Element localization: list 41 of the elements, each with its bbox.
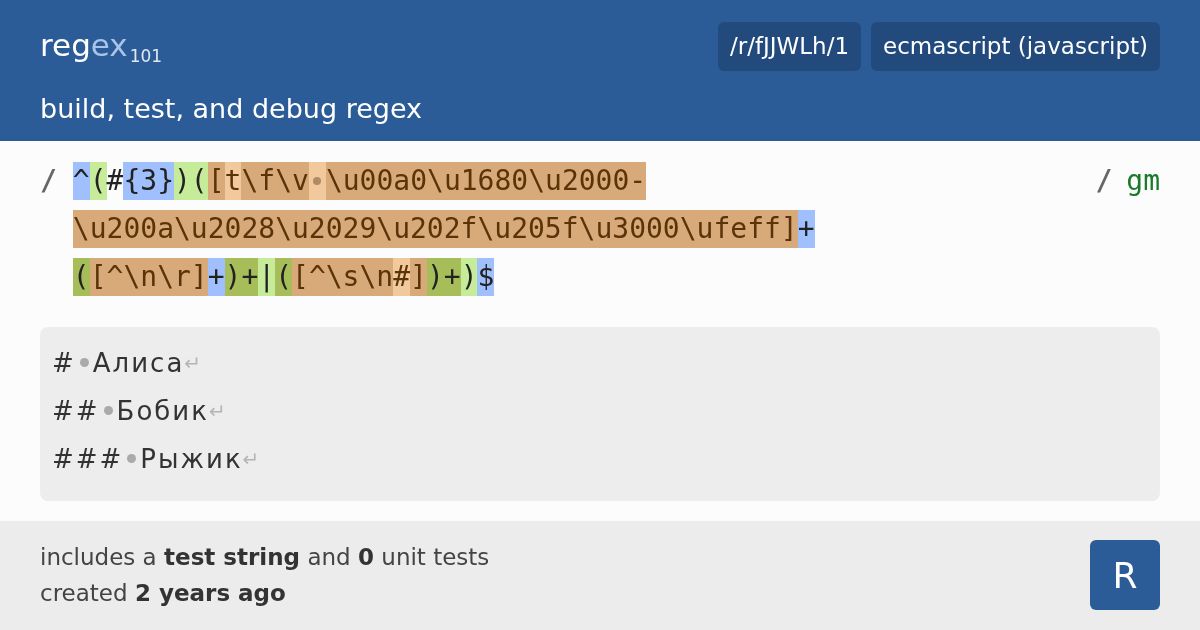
space-dot-icon: [313, 176, 322, 185]
avatar-button[interactable]: R: [1090, 540, 1160, 611]
regex-delimiter: /: [1095, 162, 1113, 199]
logo: regex$_{101}$: [40, 26, 164, 68]
regex-flags[interactable]: gm: [1126, 156, 1160, 205]
test-text: #: [52, 347, 76, 378]
regex-token: {3}: [123, 161, 174, 200]
space-dot-icon: [127, 454, 137, 464]
regex-token: )(: [174, 161, 208, 200]
newline-mark: ↵: [242, 446, 260, 471]
space-dot-icon: [103, 406, 113, 416]
regex-token: $: [477, 257, 495, 296]
regex-token: (: [275, 257, 293, 296]
regex-token: ^: [72, 161, 90, 200]
test-text: Бобик: [116, 395, 209, 426]
regex-token: [^\n\r]: [89, 257, 208, 296]
regex-token: ]: [410, 257, 427, 296]
regex-token: )+: [426, 257, 461, 296]
regex-token: |: [258, 257, 276, 296]
newline-mark: ↵: [184, 350, 202, 375]
test-text: ###: [52, 443, 124, 474]
regex-token: \u00a0\u1680\u2000-: [325, 161, 647, 200]
test-text: Алиса: [92, 347, 185, 378]
test-text: Рыжик: [140, 443, 243, 474]
tagline: build, test, and debug regex: [40, 93, 423, 124]
badge[interactable]: ecmascript (javascript): [871, 22, 1160, 71]
regex-token: )+: [224, 257, 259, 296]
regex-token: \u200a\u2028\u2029\u202f\u205f\u3000\ufeff]: [72, 209, 798, 248]
regex-token: \f\v: [241, 161, 309, 200]
regex-token: #: [393, 257, 411, 296]
test-string-panel[interactable]: # Алиса↵ ## Бобик↵ ### Рыжик↵: [40, 326, 1160, 501]
regex-token: #: [106, 162, 124, 199]
newline-mark: ↵: [208, 398, 226, 423]
regex-token: [^\s\n: [292, 257, 394, 296]
regex-token: (: [72, 257, 90, 296]
badge[interactable]: /r/fJJWLh/1: [717, 22, 862, 71]
info-text: includes a test string and 0 unit tests: [40, 543, 490, 573]
regex-delimiter: /: [40, 162, 57, 199]
info-text: created 2 years ago: [40, 579, 287, 609]
space-dot-icon: [79, 358, 89, 368]
test-text: ##: [52, 395, 100, 426]
